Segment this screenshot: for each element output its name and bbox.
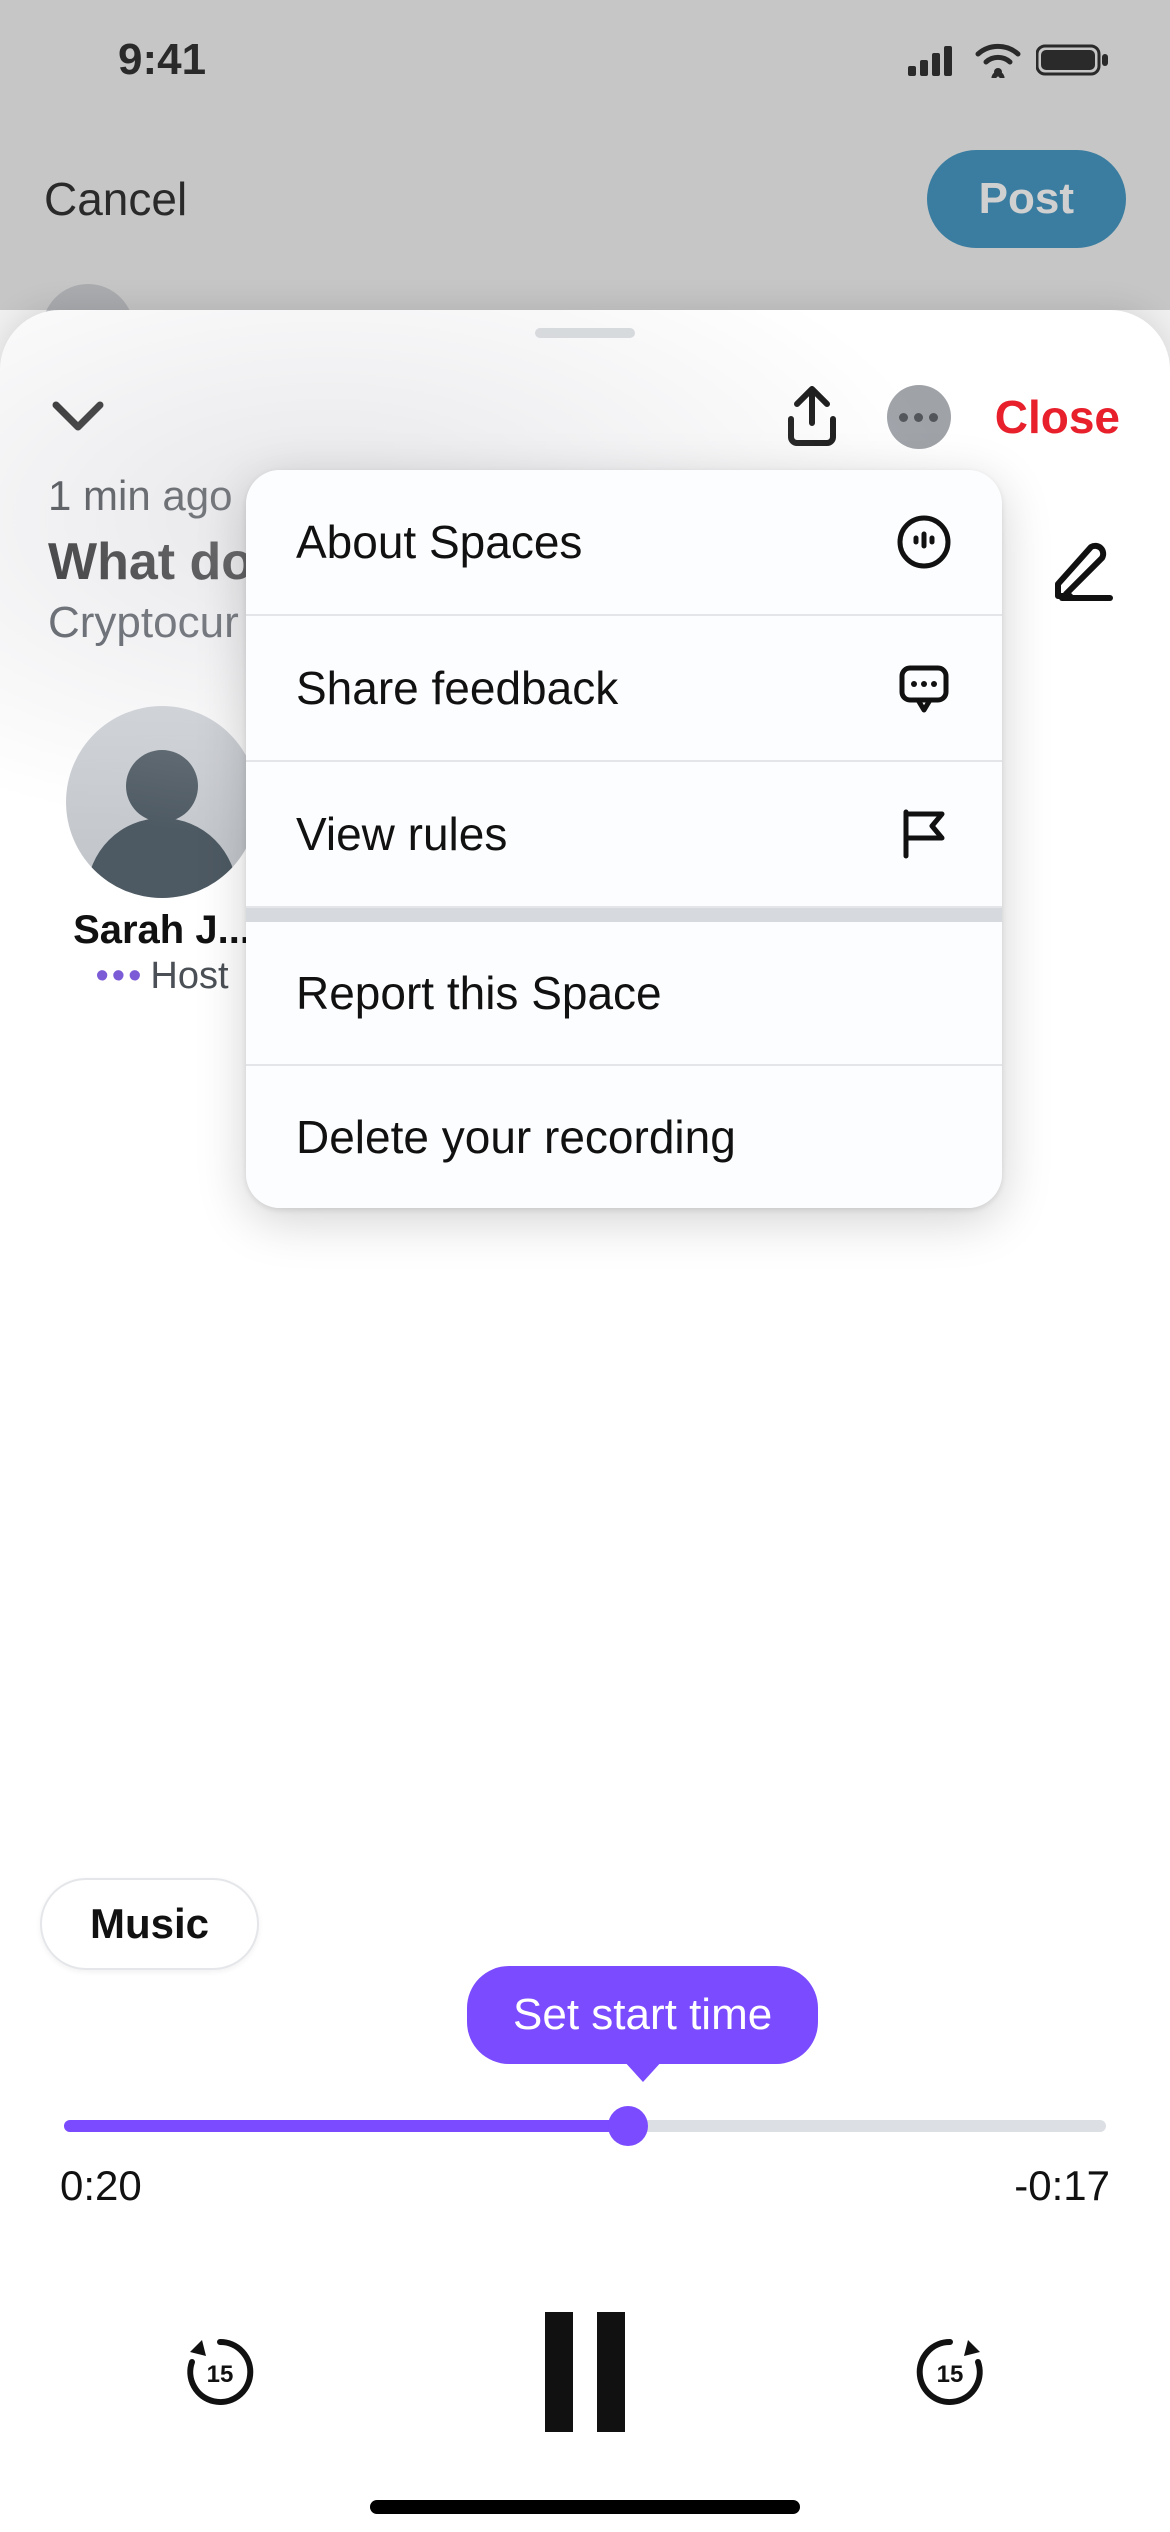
menu-delete-recording[interactable]: Delete your recording [246,1066,1002,1208]
svg-text:15: 15 [207,2361,234,2388]
music-button[interactable]: Music [40,1878,259,1970]
remaining-time: -0:17 [1014,2162,1110,2210]
menu-label: Share feedback [296,661,618,715]
mic-circle-icon [896,514,952,570]
chevron-down-icon[interactable] [50,397,106,437]
set-start-time-tooltip[interactable]: Set start time [467,1966,818,2064]
sheet-header: Close [0,362,1170,472]
host-role-label: Host [150,955,228,997]
pause-bar-icon [597,2312,625,2432]
options-popover: About Spaces Share feedback View rules R… [246,470,1002,1208]
home-indicator[interactable] [370,2500,800,2514]
flag-icon [896,806,952,862]
host-block[interactable]: Sarah J... •••Host [62,706,262,998]
menu-label: Delete your recording [296,1110,736,1164]
menu-view-rules[interactable]: View rules [246,762,1002,908]
elapsed-time: 0:20 [60,2162,142,2210]
menu-label: About Spaces [296,515,582,569]
edit-icon[interactable] [1054,542,1118,606]
menu-share-feedback[interactable]: Share feedback [246,616,1002,762]
time-row: 0:20 -0:17 [60,2162,1110,2210]
host-name: Sarah J... [62,908,262,953]
playback-slider[interactable] [64,2120,1106,2132]
more-options-icon[interactable] [887,385,951,449]
share-icon[interactable] [781,383,843,451]
menu-separator [246,908,1002,922]
slider-thumb[interactable] [608,2106,648,2146]
menu-report-space[interactable]: Report this Space [246,922,1002,1066]
menu-about-spaces[interactable]: About Spaces [246,470,1002,616]
pause-bar-icon [545,2312,573,2432]
host-avatar [66,706,258,898]
menu-label: Report this Space [296,966,662,1020]
sheet-grabber[interactable] [535,328,635,338]
pause-button[interactable] [545,2312,625,2432]
host-role: •••Host [62,955,262,998]
chat-icon [896,660,952,716]
dim-overlay [0,0,1170,310]
svg-text:15: 15 [937,2361,964,2388]
space-sheet: Close 1 min ago What do Cryptocur Sarah … [0,310,1170,2532]
slider-track [64,2120,1106,2132]
close-button[interactable]: Close [995,390,1120,444]
skip-back-15-button[interactable]: 15 [180,2332,260,2412]
player-controls: 15 15 [0,2312,1170,2432]
skip-forward-15-button[interactable]: 15 [910,2332,990,2412]
slider-fill [64,2120,628,2132]
menu-label: View rules [296,807,507,861]
